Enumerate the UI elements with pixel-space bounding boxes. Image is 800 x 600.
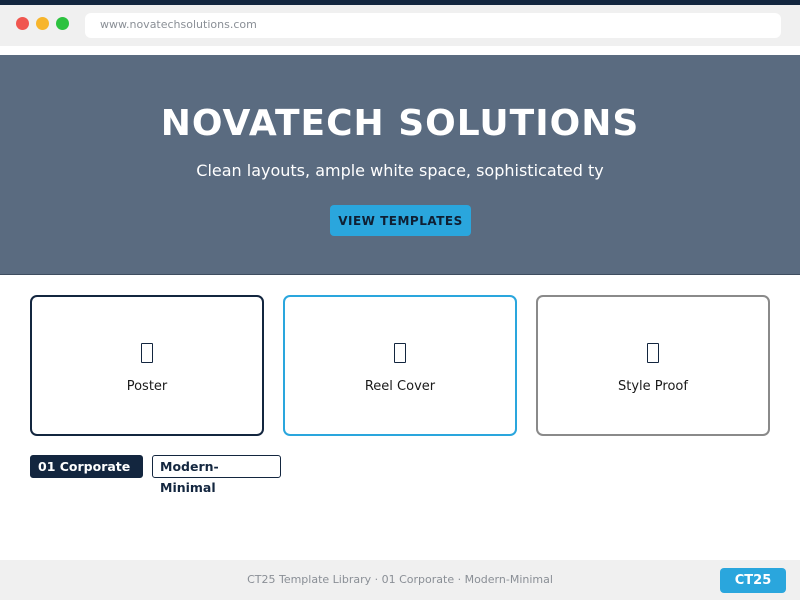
tag-corporate[interactable]: 01 Corporate [30,455,143,478]
document-icon [285,343,515,369]
hero-banner: NOVATECH SOLUTIONS Clean layouts, ample … [0,55,800,275]
card-label: Poster [126,379,168,394]
hero-subtitle: Clean layouts, ample white space, sophis… [196,161,604,180]
template-card-poster[interactable]: Poster [30,295,264,436]
tag-modern-minimal[interactable]: Modern-Minimal [152,455,281,495]
window-minimize-dot[interactable] [36,17,49,30]
template-card-reel-cover[interactable]: Reel Cover [283,295,517,436]
address-bar-url: www.novatechsolutions.com [100,18,257,31]
document-icon [32,343,262,369]
card-label: Reel Cover [364,379,436,394]
footer-text: CT25 Template Library · 01 Corporate · M… [247,573,553,586]
template-card-style-proof[interactable]: Style Proof [536,295,770,436]
hero-title: NOVATECH SOLUTIONS [160,103,640,144]
window-maximize-dot[interactable] [56,17,69,30]
browser-chrome: www.novatechsolutions.com [0,5,800,46]
footer-badge: CT25 [720,568,786,593]
view-templates-button[interactable]: VIEW TEMPLATES [330,205,471,236]
document-icon [538,343,768,369]
footer-bar: CT25 Template Library · 01 Corporate · M… [0,560,800,600]
card-label: Style Proof [618,379,688,394]
address-bar[interactable]: www.novatechsolutions.com [85,13,781,38]
window-close-dot[interactable] [16,17,29,30]
